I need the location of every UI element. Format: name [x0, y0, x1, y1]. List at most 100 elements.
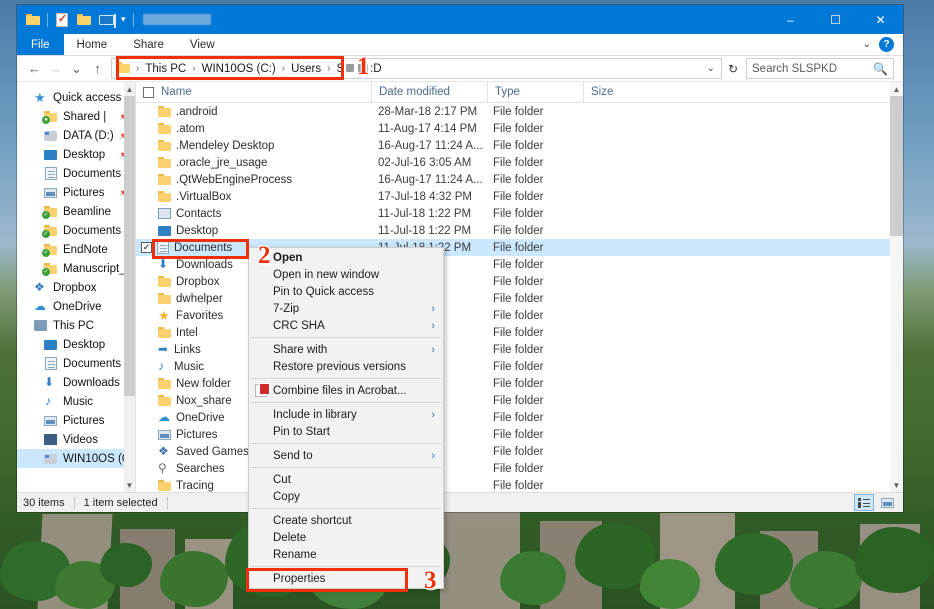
- close-button[interactable]: ✕: [858, 5, 903, 34]
- file-name-label: Music: [174, 361, 204, 373]
- sidebar-item-win10os-c[interactable]: WIN10OS (C:): [17, 449, 135, 468]
- file-name-cell[interactable]: .VirtualBox: [136, 191, 371, 203]
- menu-item-include-in-library[interactable]: Include in library›: [249, 406, 443, 423]
- menu-item-7-zip[interactable]: 7-Zip›: [249, 300, 443, 317]
- menu-item-pin-to-start[interactable]: Pin to Start: [249, 423, 443, 440]
- table-row[interactable]: Contacts11-Jul-18 1:22 PMFile folder: [136, 205, 903, 222]
- menu-item-open-in-new-window[interactable]: Open in new window: [249, 266, 443, 283]
- menu-item-restore-previous-versions[interactable]: Restore previous versions: [249, 358, 443, 375]
- sidebar-item-documents[interactable]: Documents: [17, 354, 135, 373]
- menu-item-rename[interactable]: Rename: [249, 546, 443, 563]
- column-header-name[interactable]: Name: [136, 86, 371, 98]
- menu-item-send-to[interactable]: Send to›: [249, 447, 443, 464]
- maximize-button[interactable]: ☐: [813, 5, 858, 34]
- file-name-cell[interactable]: Contacts: [136, 208, 371, 220]
- menu-item-cut[interactable]: Cut: [249, 471, 443, 488]
- table-row[interactable]: Desktop11-Jul-18 1:22 PMFile folder: [136, 222, 903, 239]
- menu-item-create-shortcut[interactable]: Create shortcut: [249, 512, 443, 529]
- new-folder-icon[interactable]: [73, 9, 95, 31]
- file-scrollbar[interactable]: ▲ ▼: [890, 82, 903, 492]
- large-icons-view-icon[interactable]: [877, 494, 897, 511]
- sidebar-item-videos[interactable]: Videos: [17, 430, 135, 449]
- breadcrumb-this-pc[interactable]: This PC: [142, 63, 189, 75]
- help-icon[interactable]: ?: [879, 37, 894, 52]
- table-row[interactable]: .atom11-Aug-17 4:14 PMFile folder: [136, 120, 903, 137]
- menu-item-pin-to-quick-access[interactable]: Pin to Quick access: [249, 283, 443, 300]
- chevron-down-icon[interactable]: ⌄: [863, 39, 871, 50]
- nav-scrollbar[interactable]: ▲ ▼: [124, 82, 135, 492]
- file-name-cell[interactable]: .oracle_jre_usage: [136, 157, 371, 169]
- sidebar-item-onedrive[interactable]: ☁OneDrive: [17, 297, 135, 316]
- sidebar-item-data-d[interactable]: DATA (D:)📌: [17, 126, 135, 145]
- row-checkbox[interactable]: ✓: [141, 242, 152, 253]
- sidebar-item-pictures[interactable]: Pictures📌: [17, 183, 135, 202]
- sidebar-item-quick-access[interactable]: ★Quick access: [17, 88, 135, 107]
- menu-item-open[interactable]: Open: [249, 249, 443, 266]
- file-name-cell[interactable]: .android: [136, 106, 371, 118]
- column-header-size[interactable]: Size: [584, 86, 664, 98]
- table-row[interactable]: .Mendeley Desktop16-Aug-17 11:24 A...Fil…: [136, 137, 903, 154]
- rename-icon[interactable]: [95, 9, 117, 31]
- tab-file[interactable]: File: [17, 34, 64, 55]
- file-name-cell[interactable]: .atom: [136, 123, 371, 135]
- file-name-cell[interactable]: Desktop: [136, 225, 371, 237]
- sidebar-item-music[interactable]: ♪Music: [17, 392, 135, 411]
- minimize-button[interactable]: –: [768, 5, 813, 34]
- sidebar-item-this-pc[interactable]: This PC: [17, 316, 135, 335]
- menu-item-properties[interactable]: Properties: [249, 570, 443, 587]
- properties-icon[interactable]: [51, 9, 73, 31]
- nav-scroll-down-icon[interactable]: ▼: [124, 478, 135, 492]
- menu-item-combine-files-in-acrobat[interactable]: Combine files in Acrobat...: [249, 382, 443, 399]
- file-scroll-up-icon[interactable]: ▲: [890, 82, 903, 96]
- breadcrumb-dropdown-icon[interactable]: ⌄: [701, 63, 721, 74]
- breadcrumb-bar[interactable]: › This PC › WIN10OS (C:) › Users › S:D ⌄: [111, 58, 722, 79]
- recent-locations-button[interactable]: ⌄: [66, 58, 87, 79]
- up-button[interactable]: ↑: [87, 58, 108, 79]
- sidebar-item-desktop[interactable]: Desktop: [17, 335, 135, 354]
- breadcrumb-users[interactable]: Users: [288, 63, 324, 75]
- sidebar-item-pictures[interactable]: Pictures: [17, 411, 135, 430]
- sidebar-item-beamline[interactable]: ✓Beamline: [17, 202, 135, 221]
- sidebar-item-documents[interactable]: ✓Documents: [17, 221, 135, 240]
- search-icon[interactable]: 🔍: [873, 62, 888, 76]
- sidebar-item-desktop[interactable]: Desktop📌: [17, 145, 135, 164]
- table-row[interactable]: .android28-Mar-18 2:17 PMFile folder: [136, 103, 903, 120]
- tab-home[interactable]: Home: [64, 34, 121, 55]
- file-name-cell[interactable]: .QtWebEngineProcess: [136, 174, 371, 186]
- tab-share[interactable]: Share: [120, 34, 177, 55]
- file-scroll-thumb[interactable]: [890, 96, 903, 236]
- customize-toolbar-caret-icon[interactable]: ▾: [117, 14, 130, 25]
- title-bar[interactable]: ▾ – ☐ ✕: [17, 5, 903, 34]
- table-row[interactable]: .oracle_jre_usage02-Jul-16 3:05 AMFile f…: [136, 154, 903, 171]
- music-icon: ♪: [43, 395, 58, 409]
- column-header-date[interactable]: Date modified: [372, 86, 487, 98]
- sidebar-item-dropbox[interactable]: ❖Dropbox: [17, 278, 135, 297]
- file-name-cell[interactable]: .Mendeley Desktop: [136, 140, 371, 152]
- forward-button[interactable]: →: [45, 58, 66, 79]
- sidebar-item-manuscript[interactable]: ✓Manuscript_: [17, 259, 135, 278]
- nav-scroll-thumb[interactable]: [124, 96, 135, 396]
- search-box[interactable]: Search SLSPKD 🔍: [746, 58, 894, 79]
- details-view-icon[interactable]: [854, 494, 874, 511]
- breadcrumb-win10os[interactable]: WIN10OS (C:): [199, 63, 279, 75]
- tab-view[interactable]: View: [177, 34, 228, 55]
- sidebar-item-endnote[interactable]: ✓EndNote: [17, 240, 135, 259]
- table-row[interactable]: .VirtualBox17-Jul-18 4:32 PMFile folder: [136, 188, 903, 205]
- file-scroll-down-icon[interactable]: ▼: [890, 478, 903, 492]
- table-row[interactable]: .QtWebEngineProcess16-Aug-17 11:24 A...F…: [136, 171, 903, 188]
- folder-icon[interactable]: [22, 9, 44, 31]
- menu-item-copy[interactable]: Copy: [249, 488, 443, 505]
- sidebar-item-shared[interactable]: ●Shared |📌: [17, 107, 135, 126]
- select-all-checkbox[interactable]: [143, 87, 154, 98]
- refresh-icon[interactable]: ↻: [722, 62, 744, 76]
- sidebar-item-documents[interactable]: Documents📌: [17, 164, 135, 183]
- disk-icon: [43, 129, 58, 143]
- file-type-cell: File folder: [486, 191, 581, 203]
- menu-item-share-with[interactable]: Share with›: [249, 341, 443, 358]
- back-button[interactable]: ←: [24, 58, 45, 79]
- sidebar-item-downloads[interactable]: ⬇Downloads: [17, 373, 135, 392]
- menu-item-crc-sha[interactable]: CRC SHA›: [249, 317, 443, 334]
- menu-item-delete[interactable]: Delete: [249, 529, 443, 546]
- nav-scroll-up-icon[interactable]: ▲: [124, 82, 135, 96]
- column-header-type[interactable]: Type: [488, 86, 583, 98]
